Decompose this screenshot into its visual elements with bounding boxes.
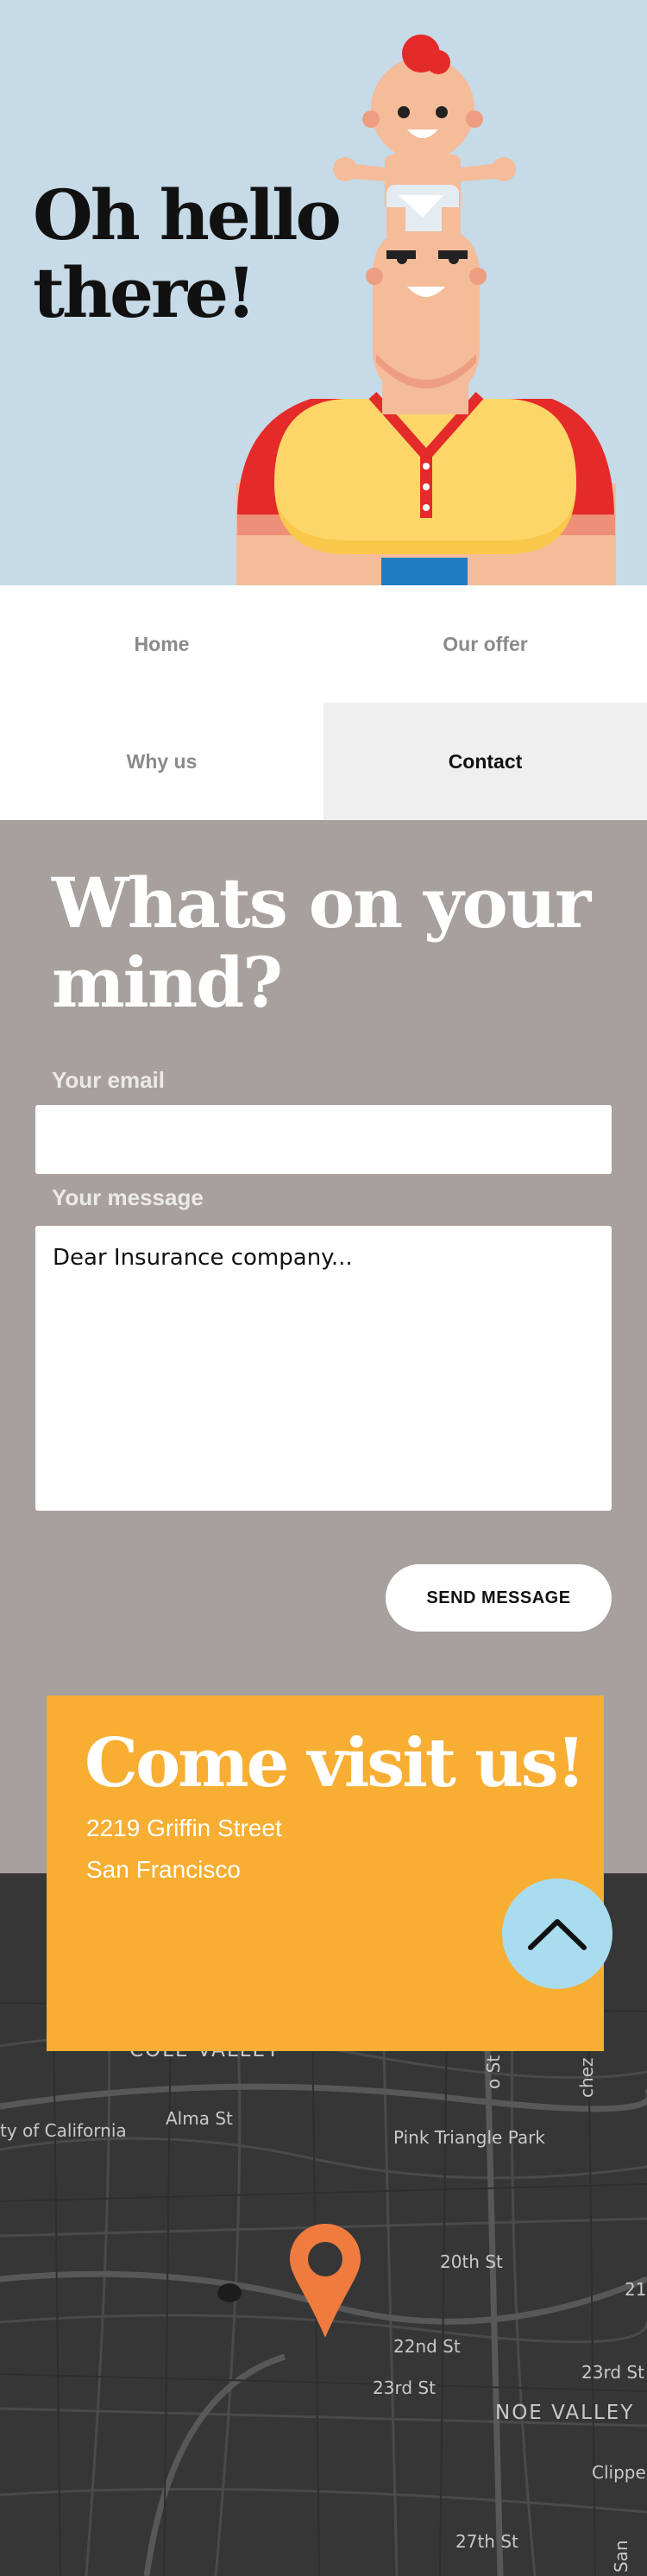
- map-label-23rd-st: 23rd St: [373, 2377, 436, 2398]
- nav-item-home[interactable]: Home: [0, 585, 324, 703]
- map-label-noe-valley: NOE VALLEY: [495, 2402, 635, 2424]
- map-label-23rd-st-east: 23rd St: [581, 2362, 644, 2383]
- visit-title: Come visit us!: [85, 1724, 586, 1803]
- email-label: Your email: [52, 1067, 166, 1093]
- contact-title: Whats on your mind?: [52, 862, 591, 1023]
- hero-title: Oh hello there!: [33, 174, 342, 333]
- address-street: 2219 Griffin Street: [86, 1815, 282, 1841]
- map-label-22nd-st: 22nd St: [393, 2336, 461, 2357]
- map-label-20th-st: 20th St: [440, 2251, 503, 2272]
- message-field[interactable]: Dear Insurance company...: [35, 1226, 612, 1511]
- nav-item-our-offer[interactable]: Our offer: [324, 585, 647, 703]
- map-label-27th-st: 27th St: [455, 2531, 518, 2552]
- map-label-pink-triangle: Pink Triangle Park: [393, 2127, 545, 2148]
- map-label-alma-st: Alma St: [166, 2108, 233, 2129]
- map-pin-icon[interactable]: [288, 2222, 362, 2339]
- chevron-up-icon: [528, 1919, 587, 1950]
- send-message-button[interactable]: SEND MESSAGE: [386, 1564, 612, 1632]
- main-nav: Home Our offer Why us Contact: [0, 585, 647, 820]
- visit-card: Come visit us! 2219 Griffin Street San F…: [47, 1695, 604, 2051]
- map-label-university: ty of California: [0, 2120, 127, 2141]
- nav-item-contact[interactable]: Contact: [324, 703, 647, 820]
- message-label: Your message: [52, 1184, 204, 1210]
- map-label-clipper-st: Clippe: [592, 2462, 646, 2483]
- map-label-21st-st: 21: [625, 2279, 647, 2300]
- scroll-top-button[interactable]: [502, 1878, 612, 1989]
- map-label-san: San: [611, 2540, 631, 2573]
- hero-section: Oh hello there!: [0, 0, 647, 585]
- map-label-o-st: o St: [483, 2055, 504, 2089]
- email-field[interactable]: [35, 1105, 612, 1174]
- nav-item-why-us[interactable]: Why us: [0, 703, 324, 820]
- address-city: San Francisco: [86, 1856, 241, 1883]
